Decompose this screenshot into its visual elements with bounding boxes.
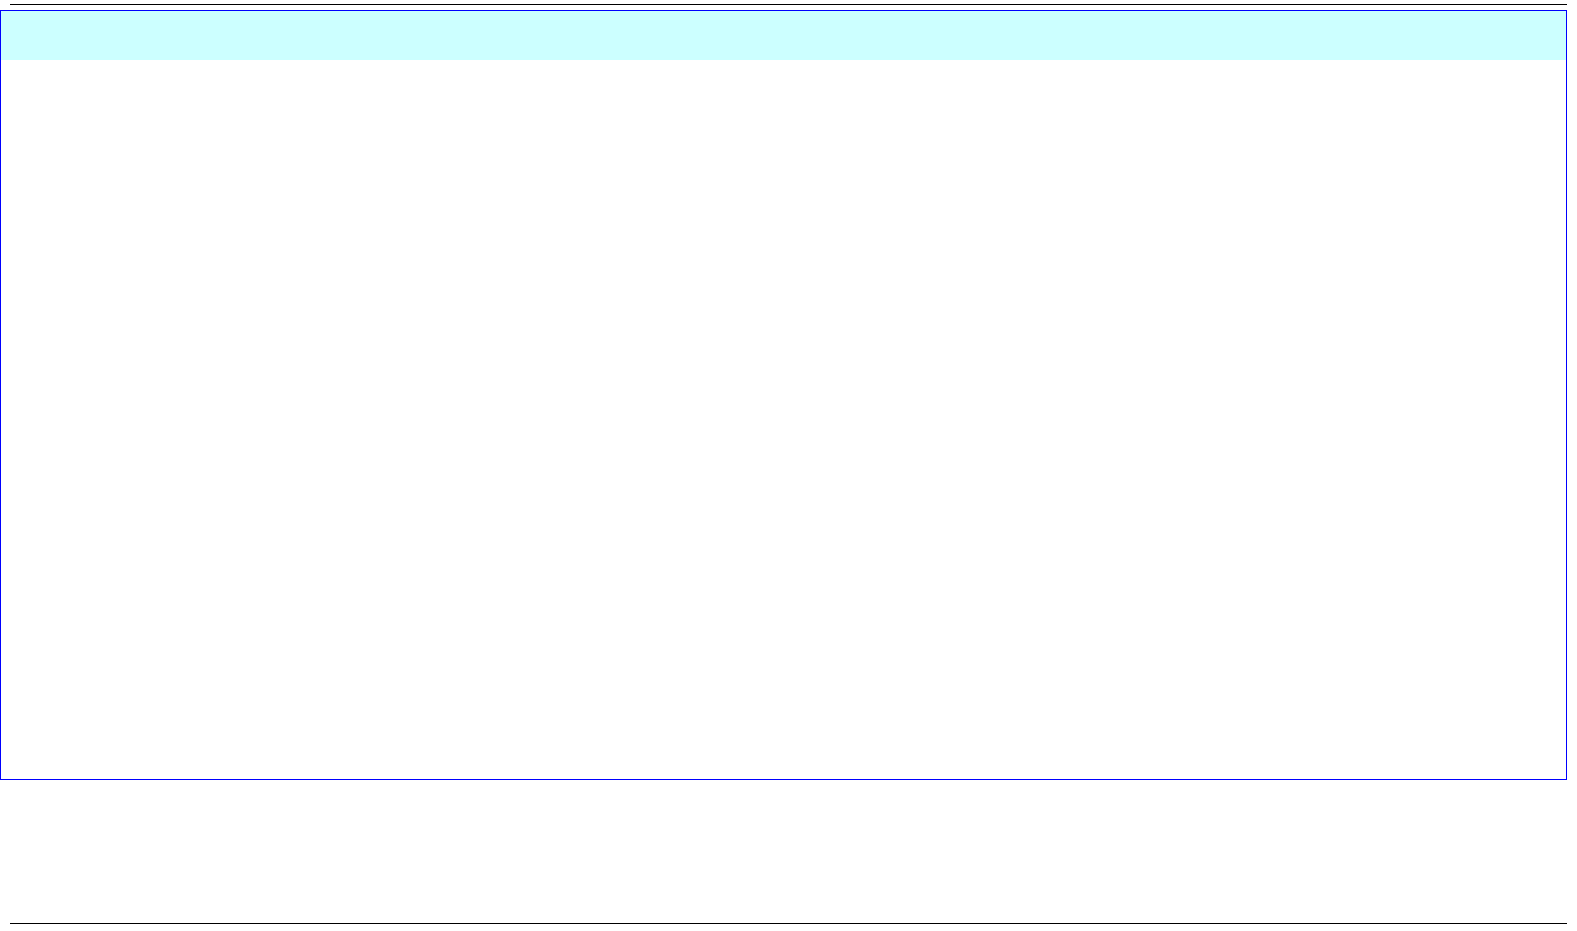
content-frame: [0, 10, 1567, 780]
frame-header-bar: [1, 11, 1566, 60]
top-divider: [10, 4, 1567, 5]
bottom-divider: [10, 923, 1567, 924]
page: [0, 0, 1577, 931]
frame-body: [1, 60, 1566, 779]
